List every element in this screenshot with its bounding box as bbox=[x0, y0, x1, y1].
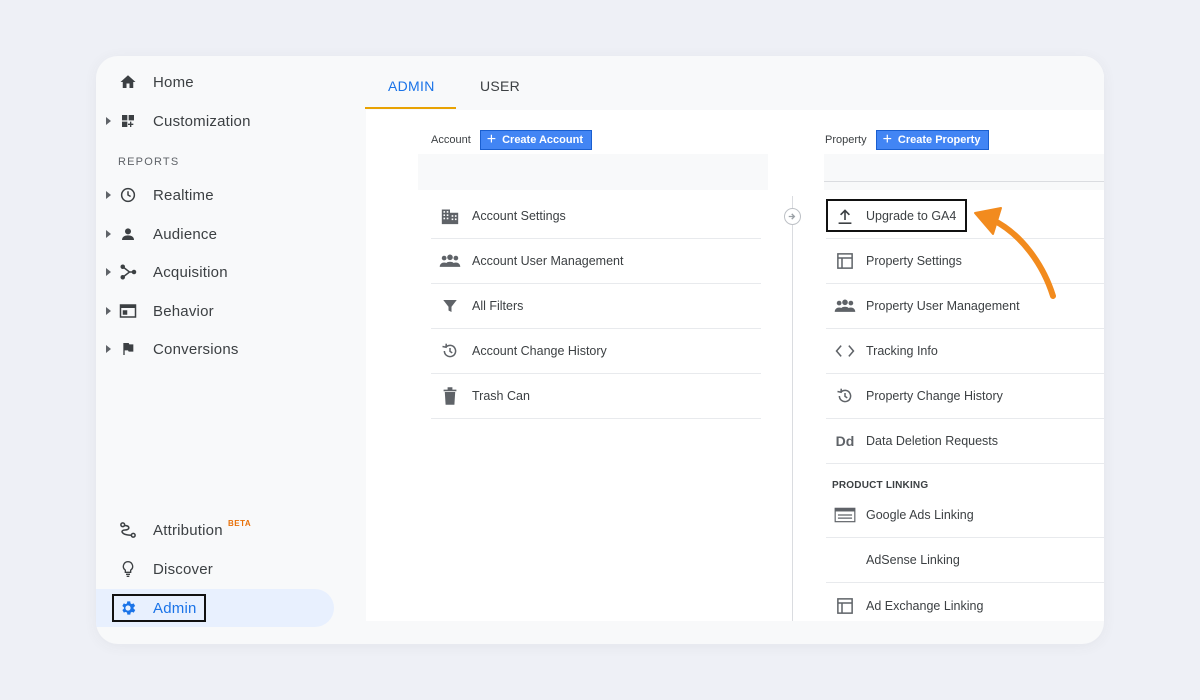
tab-user[interactable]: USER bbox=[480, 78, 520, 94]
nav-audience-label: Audience bbox=[153, 225, 218, 243]
account-user-management-row[interactable]: Account User Management bbox=[431, 239, 761, 284]
property-user-management-row[interactable]: Property User Management bbox=[826, 284, 1104, 329]
reports-section-label: REPORTS bbox=[118, 156, 180, 168]
row-label: Property Change History bbox=[866, 389, 1003, 403]
account-column-header: Account + Create Account bbox=[431, 130, 592, 150]
flag-icon bbox=[118, 339, 138, 359]
row-label: AdSense Linking bbox=[866, 553, 960, 567]
nav-behavior[interactable]: Behavior bbox=[96, 293, 334, 329]
nav-conversions[interactable]: Conversions bbox=[96, 331, 334, 367]
nav-conversions-label: Conversions bbox=[153, 340, 239, 358]
person-icon bbox=[118, 224, 138, 244]
people-icon bbox=[439, 250, 461, 272]
history-icon bbox=[439, 340, 461, 362]
row-label: Account Change History bbox=[472, 344, 607, 358]
beta-badge: BETA bbox=[228, 519, 252, 528]
account-selector[interactable] bbox=[418, 154, 768, 190]
lightbulb-icon bbox=[118, 559, 138, 579]
row-label: Property Settings bbox=[866, 254, 962, 268]
nav-behavior-label: Behavior bbox=[153, 302, 214, 320]
clock-icon bbox=[118, 185, 138, 205]
filter-icon bbox=[439, 295, 461, 317]
nav-realtime-label: Realtime bbox=[153, 186, 214, 204]
row-label: Data Deletion Requests bbox=[866, 434, 999, 448]
nav-acquisition-label: Acquisition bbox=[153, 263, 228, 281]
account-caption: Account bbox=[431, 134, 471, 146]
ads-icon bbox=[834, 504, 856, 526]
nav-discover-label: Discover bbox=[153, 560, 213, 578]
navigate-arrow-icon[interactable] bbox=[784, 208, 801, 225]
layout-icon bbox=[834, 595, 856, 617]
property-settings-row[interactable]: Property Settings bbox=[826, 239, 1104, 284]
analytics-admin-panel: Home Customization REPORTS Realtime Audi… bbox=[96, 56, 1104, 644]
active-tab-underline bbox=[365, 107, 456, 109]
property-column-header: Property + Create Property bbox=[825, 130, 990, 150]
expand-caret-icon[interactable] bbox=[106, 191, 111, 199]
upgrade-highlight-box bbox=[826, 199, 967, 232]
account-change-history-row[interactable]: Account Change History bbox=[431, 329, 761, 374]
create-property-button[interactable]: + Create Property bbox=[875, 130, 990, 150]
data-deletion-requests-row[interactable]: Dd Data Deletion Requests bbox=[826, 419, 1104, 464]
ad-exchange-linking-row[interactable]: Ad Exchange Linking bbox=[826, 583, 1104, 628]
property-selector-underline bbox=[824, 181, 1104, 182]
property-change-history-row[interactable]: Property Change History bbox=[826, 374, 1104, 419]
nav-home[interactable]: Home bbox=[96, 64, 334, 100]
row-label: Account Settings bbox=[472, 209, 566, 223]
expand-caret-icon[interactable] bbox=[106, 268, 111, 276]
expand-caret-icon[interactable] bbox=[106, 345, 111, 353]
nav-home-label: Home bbox=[153, 73, 194, 91]
dd-icon: Dd bbox=[835, 433, 855, 449]
acquisition-icon bbox=[118, 262, 138, 282]
property-caption: Property bbox=[825, 134, 867, 146]
nav-attribution-label: Attribution bbox=[153, 521, 223, 539]
tracking-info-row[interactable]: Tracking Info bbox=[826, 329, 1104, 374]
tab-admin[interactable]: ADMIN bbox=[388, 78, 435, 94]
expand-caret-icon[interactable] bbox=[106, 307, 111, 315]
nav-acquisition[interactable]: Acquisition bbox=[96, 254, 334, 290]
admin-tab-bar bbox=[366, 56, 1104, 110]
create-property-label: Create Property bbox=[897, 134, 981, 146]
building-icon bbox=[439, 205, 461, 227]
nav-audience[interactable]: Audience bbox=[96, 216, 334, 252]
people-icon bbox=[834, 295, 856, 317]
adsense-linking-row[interactable]: AdSense Linking bbox=[826, 538, 1104, 583]
create-account-label: Create Account bbox=[502, 134, 583, 146]
code-icon bbox=[834, 340, 856, 362]
row-label: Account User Management bbox=[472, 254, 624, 268]
column-divider bbox=[792, 196, 793, 621]
google-ads-linking-row[interactable]: Google Ads Linking bbox=[826, 493, 1104, 538]
attribution-path-icon bbox=[118, 520, 138, 540]
admin-highlight-box bbox=[112, 594, 206, 622]
plus-icon: + bbox=[882, 131, 892, 148]
home-icon bbox=[118, 72, 138, 92]
property-selector[interactable] bbox=[824, 154, 1104, 190]
nav-discover[interactable]: Discover bbox=[96, 551, 334, 587]
nav-attribution[interactable]: Attribution bbox=[96, 512, 334, 548]
row-label: Trash Can bbox=[472, 389, 530, 403]
dashboard-icon bbox=[118, 111, 138, 131]
expand-caret-icon[interactable] bbox=[106, 230, 111, 238]
nav-customization[interactable]: Customization bbox=[96, 103, 334, 139]
orange-arrow-icon bbox=[974, 207, 1056, 299]
trash-can-row[interactable]: Trash Can bbox=[431, 374, 761, 419]
create-account-button[interactable]: + Create Account bbox=[479, 130, 592, 150]
row-label: Tracking Info bbox=[866, 344, 938, 358]
product-linking-label: PRODUCT LINKING bbox=[832, 480, 929, 491]
expand-caret-icon[interactable] bbox=[106, 117, 111, 125]
all-filters-row[interactable]: All Filters bbox=[431, 284, 761, 329]
trash-icon bbox=[439, 385, 461, 407]
browser-window-icon bbox=[118, 301, 138, 321]
layout-icon bbox=[834, 250, 856, 272]
nav-realtime[interactable]: Realtime bbox=[96, 177, 334, 213]
nav-customization-label: Customization bbox=[153, 112, 251, 130]
row-label: Ad Exchange Linking bbox=[866, 598, 984, 613]
row-label: All Filters bbox=[472, 299, 524, 313]
row-label: Google Ads Linking bbox=[866, 508, 974, 522]
history-icon bbox=[834, 385, 856, 407]
plus-icon: + bbox=[486, 131, 497, 148]
account-settings-row[interactable]: Account Settings bbox=[431, 194, 761, 239]
